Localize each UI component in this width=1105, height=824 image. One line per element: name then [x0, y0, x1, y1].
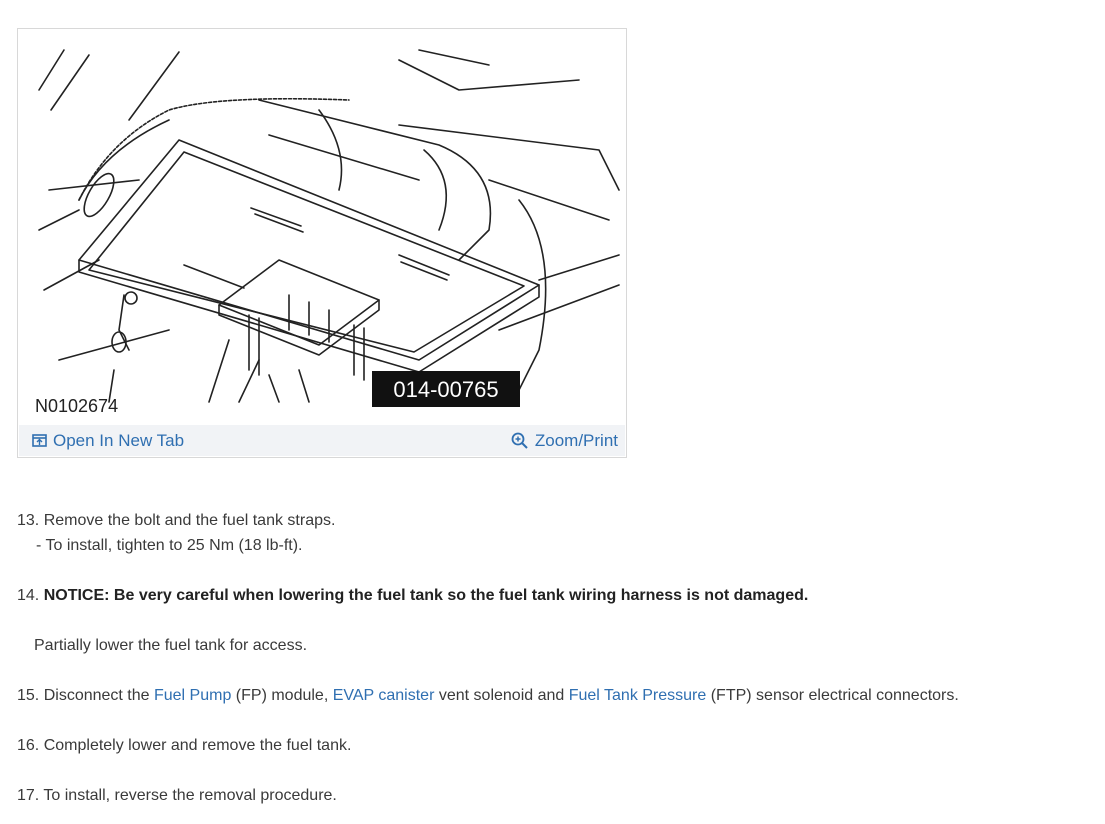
step-text: Completely lower and remove the fuel tan… [43, 737, 352, 754]
figure-toolbar: Open In New Tab Zoom/Print [19, 425, 625, 456]
fuel-tank-pressure-link[interactable]: Fuel Tank Pressure [569, 687, 707, 704]
fuel-pump-link[interactable]: Fuel Pump [154, 687, 231, 704]
zoom-print-label: Zoom/Print [534, 430, 618, 450]
step-17: 17. To install, reverse the removal proc… [17, 787, 337, 805]
figure-panel: N0102674 014-00765 Open In New Tab Zoom/… [17, 28, 627, 458]
figure-part-code: 014-00765 [393, 377, 498, 402]
open-new-tab-icon [32, 434, 47, 447]
step-13: 13. Remove the bolt and the fuel tank st… [17, 512, 335, 530]
step-number: 16. [17, 737, 40, 754]
step-text-part: (FP) module, [231, 687, 333, 704]
zoom-print-link[interactable]: Zoom/Print [511, 431, 618, 451]
step-number: 15. [17, 687, 40, 704]
step-text-part: Disconnect the [43, 687, 154, 704]
step-15: 15. Disconnect the Fuel Pump (FP) module… [17, 687, 959, 705]
zoom-in-icon [511, 432, 528, 449]
step-number: 17. [17, 787, 40, 804]
step-text-part: vent solenoid and [434, 687, 569, 704]
step-text: Remove the bolt and the fuel tank straps… [43, 512, 336, 529]
open-in-new-tab-label: Open In New Tab [53, 430, 185, 450]
step-number: 14. [17, 587, 40, 604]
step-number: 13. [17, 512, 40, 529]
step-13-install-note: - To install, tighten to 25 Nm (18 lb-ft… [36, 537, 303, 554]
open-in-new-tab-link[interactable]: Open In New Tab [32, 431, 184, 451]
step-14: 14. NOTICE: Be very careful when lowerin… [17, 587, 808, 605]
step-16: 16. Completely lower and remove the fuel… [17, 737, 351, 755]
step-14-action: Partially lower the fuel tank for access… [34, 637, 308, 654]
figure-ref-code: N0102674 [35, 396, 118, 416]
fuel-tank-illustration: N0102674 014-00765 [35, 49, 620, 416]
evap-canister-link[interactable]: EVAP canister [333, 687, 435, 704]
step-text-part: (FTP) sensor electrical connectors. [706, 687, 959, 704]
step-14-notice: NOTICE: Be very careful when lowering th… [43, 587, 809, 604]
step-text: To install, reverse the removal procedur… [43, 787, 337, 804]
